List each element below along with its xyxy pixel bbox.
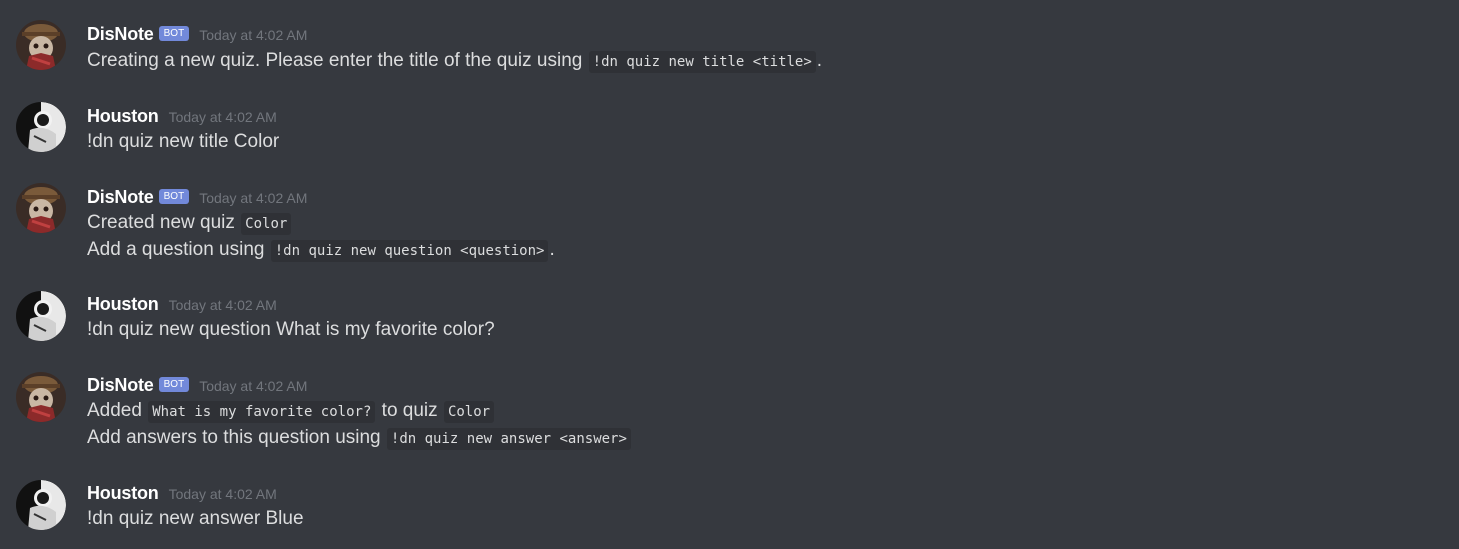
message-content: Created new quiz Color bbox=[87, 210, 292, 236]
user-avatar-image bbox=[16, 102, 66, 152]
username[interactable]: DisNote bbox=[87, 24, 154, 45]
message-content: !dn quiz new question What is my favorit… bbox=[87, 317, 495, 343]
user-avatar-image bbox=[16, 480, 66, 530]
inline-code: !dn quiz new question <question> bbox=[270, 240, 549, 262]
message-header: Houston Today at 4:02 AM bbox=[87, 292, 277, 316]
message-text: !dn quiz new answer Blue bbox=[87, 508, 304, 529]
message-content: Add answers to this question using !dn q… bbox=[87, 425, 632, 451]
message-text: . bbox=[816, 50, 823, 71]
bot-avatar-image bbox=[16, 20, 66, 70]
timestamp: Today at 4:02 AM bbox=[199, 190, 308, 206]
message-text: Added bbox=[87, 400, 148, 421]
message-content: !dn quiz new answer Blue bbox=[87, 506, 304, 532]
message-content: Add a question using !dn quiz new questi… bbox=[87, 237, 555, 263]
timestamp: Today at 4:02 AM bbox=[199, 378, 308, 394]
message-header: DisNote BOT Today at 4:02 AM bbox=[87, 185, 307, 209]
timestamp: Today at 4:02 AM bbox=[199, 27, 308, 43]
message-content: Added What is my favorite color? to quiz… bbox=[87, 398, 495, 424]
message-content: Creating a new quiz. Please enter the ti… bbox=[87, 48, 822, 74]
message-text: Creating a new quiz. Please enter the ti… bbox=[87, 50, 588, 71]
avatar[interactable] bbox=[16, 20, 66, 70]
message-text: Created new quiz bbox=[87, 212, 241, 233]
bot-avatar-image bbox=[16, 372, 66, 422]
message-text: Add a question using bbox=[87, 239, 270, 260]
message-content: !dn quiz new title Color bbox=[87, 129, 279, 155]
avatar[interactable] bbox=[16, 372, 66, 422]
inline-code: !dn quiz new answer <answer> bbox=[386, 428, 631, 450]
inline-code: What is my favorite color? bbox=[148, 401, 376, 423]
inline-code: Color bbox=[443, 401, 495, 423]
timestamp: Today at 4:02 AM bbox=[168, 109, 277, 125]
avatar[interactable] bbox=[16, 291, 66, 341]
message-text: to quiz bbox=[376, 400, 443, 421]
username[interactable]: Houston bbox=[87, 106, 159, 127]
message-text: !dn quiz new question What is my favorit… bbox=[87, 319, 495, 340]
message-header: Houston Today at 4:02 AM bbox=[87, 104, 277, 128]
timestamp: Today at 4:02 AM bbox=[168, 486, 277, 502]
message-text: . bbox=[549, 239, 555, 260]
message-text: Add answers to this question using bbox=[87, 427, 386, 448]
username[interactable]: Houston bbox=[87, 294, 159, 315]
username[interactable]: DisNote bbox=[87, 375, 154, 396]
message-text: !dn quiz new title Color bbox=[87, 131, 280, 152]
bot-badge: BOT bbox=[158, 25, 190, 41]
message-header: DisNote BOT Today at 4:02 AM bbox=[87, 373, 307, 397]
user-avatar-image bbox=[16, 291, 66, 341]
avatar[interactable] bbox=[16, 102, 66, 152]
avatar[interactable] bbox=[16, 183, 66, 233]
bot-badge: BOT bbox=[158, 376, 190, 392]
bot-badge: BOT bbox=[158, 188, 190, 204]
bot-avatar-image bbox=[16, 183, 66, 233]
inline-code: !dn quiz new title <title> bbox=[588, 51, 816, 73]
message-header: Houston Today at 4:02 AM bbox=[87, 481, 277, 505]
timestamp: Today at 4:02 AM bbox=[168, 297, 277, 313]
username[interactable]: DisNote bbox=[87, 187, 154, 208]
message-header: DisNote BOT Today at 4:02 AM bbox=[87, 22, 307, 46]
username[interactable]: Houston bbox=[87, 483, 159, 504]
inline-code: Color bbox=[241, 213, 292, 235]
avatar[interactable] bbox=[16, 480, 66, 530]
